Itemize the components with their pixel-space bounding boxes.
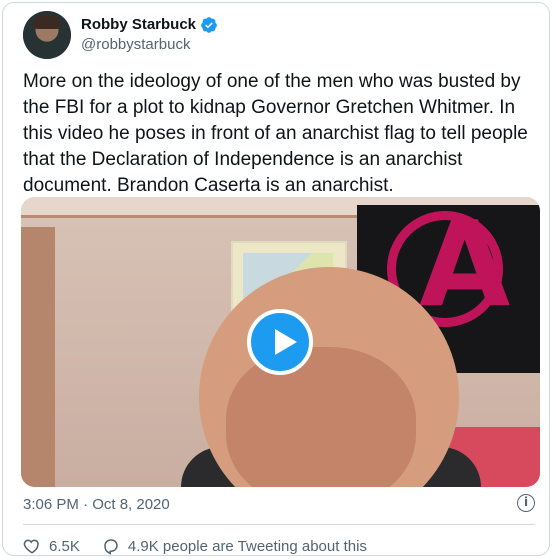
- tweeting-count: 4.9K people are Tweeting about this: [127, 537, 367, 555]
- video-player[interactable]: A: [21, 197, 540, 487]
- avatar[interactable]: [23, 11, 71, 59]
- like-button[interactable]: 6.5K: [23, 537, 80, 555]
- display-name[interactable]: Robby Starbuck: [81, 15, 196, 35]
- tweet-card: Robby Starbuck @robbystarbuck More on th…: [2, 2, 550, 556]
- conversation-button[interactable]: 4.9K people are Tweeting about this: [102, 537, 367, 555]
- heart-icon: [23, 539, 39, 554]
- tweet-header: Robby Starbuck @robbystarbuck: [23, 11, 218, 59]
- handle[interactable]: @robbystarbuck: [81, 35, 218, 55]
- divider: [23, 524, 535, 525]
- verified-badge-icon: [201, 17, 217, 33]
- author-info: Robby Starbuck @robbystarbuck: [81, 15, 218, 55]
- timestamp[interactable]: 3:06 PM · Oct 8, 2020: [23, 496, 170, 513]
- tweet-text: More on the ideology of one of the men w…: [23, 71, 528, 196]
- info-icon[interactable]: i: [517, 494, 535, 512]
- like-count: 6.5K: [49, 537, 80, 555]
- play-icon[interactable]: [247, 309, 313, 375]
- action-bar: 6.5K 4.9K people are Tweeting about this: [23, 537, 389, 555]
- reply-icon: [104, 539, 118, 555]
